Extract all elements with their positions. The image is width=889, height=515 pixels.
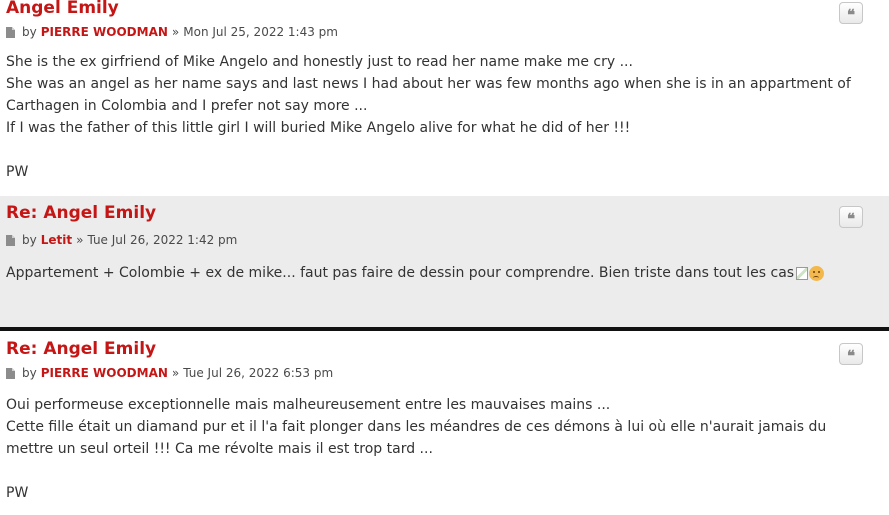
author-link[interactable]: Letit — [41, 233, 72, 247]
quote-icon: ❝ — [846, 5, 856, 24]
post-1: Angel Emily ❝ by PIERRE WOODMAN » Mon Ju… — [0, 0, 889, 196]
quote-button[interactable]: ❝ — [839, 206, 863, 228]
meta-separator: » — [171, 366, 180, 380]
signature: PW — [6, 485, 29, 501]
post-content: Oui performeuse exceptionnelle mais malh… — [6, 394, 859, 504]
by-label: by — [22, 25, 37, 39]
content-text: Appartement + Colombie + ex de mike... f… — [6, 265, 795, 281]
post-3: Re: Angel Emily ❝ by PIERRE WOODMAN » Tu… — [0, 331, 889, 515]
content-line: She is the ex girfriend of Mike Angelo a… — [6, 54, 633, 70]
post-date: Mon Jul 25, 2022 1:43 pm — [183, 25, 338, 39]
content-line: Oui performeuse exceptionnelle mais malh… — [6, 397, 611, 413]
signature: PW — [6, 164, 29, 180]
content-line: mettre un seul orteil !!! Ca me révolte … — [6, 441, 433, 457]
meta-separator: » — [76, 233, 84, 247]
sad-face-icon — [809, 266, 825, 281]
broken-image-icon — [796, 267, 809, 280]
quote-icon: ❝ — [846, 209, 856, 228]
post-meta: by Letit » Tue Jul 26, 2022 1:42 pm — [6, 233, 237, 247]
meta-separator: » — [171, 25, 180, 39]
post-title[interactable]: Angel Emily — [6, 0, 119, 18]
author-link[interactable]: PIERRE WOODMAN — [41, 25, 168, 39]
post-meta: by PIERRE WOODMAN » Mon Jul 25, 2022 1:4… — [6, 25, 338, 39]
post-title[interactable]: Re: Angel Emily — [6, 339, 156, 359]
author-link[interactable]: PIERRE WOODMAN — [41, 366, 168, 380]
content-line: She was an angel as her name says and la… — [6, 76, 851, 92]
post-meta: by PIERRE WOODMAN » Tue Jul 26, 2022 6:5… — [6, 366, 333, 380]
quote-button[interactable]: ❝ — [839, 2, 863, 24]
quote-icon: ❝ — [846, 346, 856, 365]
content-line: If I was the father of this little girl … — [6, 120, 631, 136]
post-date: Tue Jul 26, 2022 1:42 pm — [87, 233, 238, 247]
content-line: Carthagen in Colombia and I prefer not s… — [6, 98, 368, 114]
quote-button[interactable]: ❝ — [839, 343, 863, 365]
post-date: Tue Jul 26, 2022 6:53 pm — [183, 366, 334, 380]
post-title[interactable]: Re: Angel Emily — [6, 203, 156, 223]
post-file-icon — [6, 26, 15, 38]
by-label: by — [22, 366, 37, 380]
content-line: Cette fille était un diamand pur et il l… — [6, 419, 827, 435]
post-file-icon — [6, 234, 15, 246]
by-label: by — [22, 233, 37, 247]
emoji-wrap — [796, 266, 825, 281]
post-file-icon — [6, 367, 15, 379]
post-content: Appartement + Colombie + ex de mike... f… — [6, 262, 859, 284]
post-2: Re: Angel Emily ❝ by Letit » Tue Jul 26,… — [0, 196, 889, 327]
post-content: She is the ex girfriend of Mike Angelo a… — [6, 51, 859, 183]
content-line: Appartement + Colombie + ex de mike... f… — [6, 262, 859, 284]
